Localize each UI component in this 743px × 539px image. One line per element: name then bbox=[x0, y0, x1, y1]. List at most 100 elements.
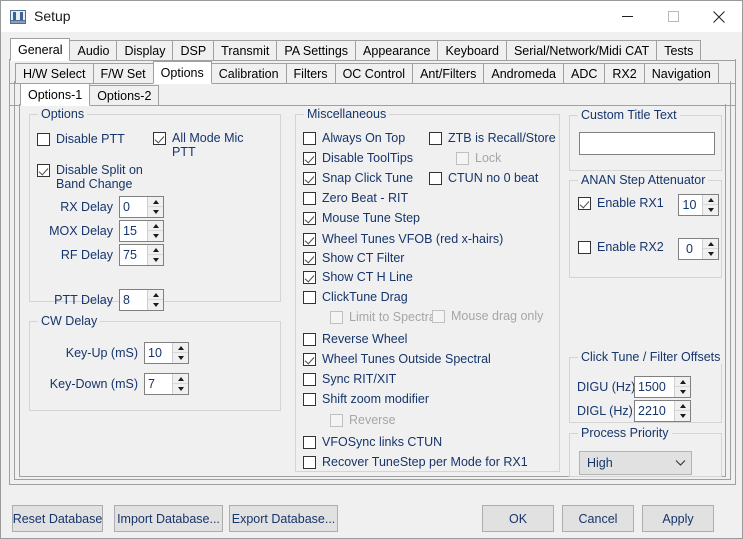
spinner-down-icon[interactable] bbox=[148, 300, 163, 310]
spinner-down-icon[interactable] bbox=[173, 384, 188, 394]
checkbox-reverse-wheel[interactable]: Reverse Wheel bbox=[303, 332, 407, 347]
cancel-button[interactable]: Cancel bbox=[562, 505, 634, 532]
tab-general[interactable]: General bbox=[10, 38, 71, 61]
spinner-buttons[interactable] bbox=[147, 221, 163, 241]
checkbox-recover-tunestep-per-mode-for-rx1[interactable]: Recover TuneStep per Mode for RX1 bbox=[303, 455, 528, 470]
checkbox-disable-ptt[interactable]: Disable PTT bbox=[37, 132, 125, 147]
checkbox-wheel-tunes-outside-spectral[interactable]: Wheel Tunes Outside Spectral bbox=[303, 352, 491, 367]
spinner-delay-1[interactable]: 15 bbox=[119, 220, 164, 242]
tab-calibration[interactable]: Calibration bbox=[210, 63, 287, 84]
spinner-buttons[interactable] bbox=[147, 197, 163, 217]
custom-title-text-input[interactable] bbox=[579, 132, 715, 155]
checkbox-show-ct-h-line[interactable]: Show CT H Line bbox=[303, 270, 413, 285]
checkbox-shift-zoom-modifier[interactable]: Shift zoom modifier bbox=[303, 392, 429, 407]
checkbox-clicktune-drag[interactable]: ClickTune Drag bbox=[303, 290, 408, 305]
spinner-cw-delay-1[interactable]: 7 bbox=[144, 373, 189, 395]
checkbox-show-ct-filter[interactable]: Show CT Filter bbox=[303, 251, 404, 266]
spinner-delay-2[interactable]: 75 bbox=[119, 244, 164, 266]
tab-display[interactable]: Display bbox=[116, 40, 174, 61]
tab-navigation[interactable]: Navigation bbox=[643, 63, 719, 84]
spinner-buttons[interactable] bbox=[172, 343, 188, 363]
spinner-buttons[interactable] bbox=[674, 401, 690, 421]
spinner-down-icon[interactable] bbox=[173, 353, 188, 363]
spinner-buttons[interactable] bbox=[674, 377, 690, 397]
checkbox-mouse-drag-only[interactable]: Mouse drag only bbox=[432, 309, 543, 324]
spinner-digu-hz[interactable]: 1500 bbox=[634, 376, 691, 398]
maximize-icon[interactable] bbox=[650, 1, 696, 32]
spinner-up-icon[interactable] bbox=[148, 290, 163, 300]
tab-ant-filters[interactable]: Ant/Filters bbox=[412, 63, 485, 84]
checkbox-all-mode-mic-ptt[interactable]: All Mode Mic PTT bbox=[153, 131, 244, 159]
spinner-delay-0[interactable]: 0 bbox=[119, 196, 164, 218]
spinner-buttons[interactable] bbox=[702, 239, 718, 259]
spinner-down-icon[interactable] bbox=[703, 205, 718, 215]
checkbox-zero-beat-rit[interactable]: Zero Beat - RIT bbox=[303, 191, 408, 206]
tab-rx2[interactable]: RX2 bbox=[604, 63, 645, 84]
spinner-buttons[interactable] bbox=[147, 290, 163, 310]
checkbox-disable-split-on-band-change[interactable]: Disable Split on Band Change bbox=[37, 163, 143, 191]
spinner-down-icon[interactable] bbox=[148, 255, 163, 265]
checkbox-lock[interactable]: Lock bbox=[456, 151, 501, 166]
checkbox-snap-click-tune[interactable]: Snap Click Tune bbox=[303, 171, 413, 186]
spinner-buttons[interactable] bbox=[702, 195, 718, 215]
spinner-delay-3[interactable]: 8 bbox=[119, 289, 164, 311]
tab-tests[interactable]: Tests bbox=[656, 40, 702, 61]
tab-options[interactable]: Options bbox=[152, 61, 212, 84]
import-database-button[interactable]: Import Database... bbox=[114, 505, 223, 532]
spinner-up-icon[interactable] bbox=[675, 377, 690, 387]
checkbox-enable-rx1[interactable]: Enable RX1 bbox=[578, 196, 664, 211]
spinner-down-icon[interactable] bbox=[148, 207, 163, 217]
checkbox-limit-to-spectral[interactable]: Limit to Spectral bbox=[330, 310, 439, 325]
spinner-down-icon[interactable] bbox=[703, 249, 718, 259]
export-database-button[interactable]: Export Database... bbox=[229, 505, 338, 532]
checkbox-enable-rx2[interactable]: Enable RX2 bbox=[578, 240, 664, 255]
tab-dsp[interactable]: DSP bbox=[172, 40, 215, 61]
checkbox-ztb-is-recall-store[interactable]: ZTB is Recall/Store bbox=[429, 131, 556, 146]
tab-options-2[interactable]: Options-2 bbox=[89, 85, 160, 106]
checkbox-sync-rit-xit[interactable]: Sync RIT/XIT bbox=[303, 372, 396, 387]
tab-filters[interactable]: Filters bbox=[285, 63, 336, 84]
tab-h-w-select[interactable]: H/W Select bbox=[15, 63, 94, 84]
close-icon[interactable] bbox=[696, 1, 742, 32]
spinner-down-icon[interactable] bbox=[675, 387, 690, 397]
tab-serial-network-midi-cat[interactable]: Serial/Network/Midi CAT bbox=[505, 40, 658, 61]
checkbox-wheel-tunes-vfob-red-x-hairs[interactable]: Wheel Tunes VFOB (red x-hairs) bbox=[303, 232, 503, 247]
checkbox-reverse[interactable]: Reverse bbox=[330, 413, 396, 428]
spinner-up-icon[interactable] bbox=[703, 239, 718, 249]
spinner-up-icon[interactable] bbox=[173, 343, 188, 353]
spinner-down-icon[interactable] bbox=[675, 411, 690, 421]
spinner-buttons[interactable] bbox=[172, 374, 188, 394]
tab-transmit[interactable]: Transmit bbox=[213, 40, 278, 61]
tab-options-1[interactable]: Options-1 bbox=[20, 83, 91, 106]
tab-andromeda[interactable]: Andromeda bbox=[483, 63, 564, 84]
spinner-buttons[interactable] bbox=[147, 245, 163, 265]
apply-button[interactable]: Apply bbox=[642, 505, 714, 532]
spinner-cw-delay-0[interactable]: 10 bbox=[144, 342, 189, 364]
process-priority-select[interactable]: High bbox=[579, 451, 692, 475]
tab-audio[interactable]: Audio bbox=[69, 40, 118, 61]
tab-f-w-set[interactable]: F/W Set bbox=[92, 63, 154, 84]
checkbox-mouse-tune-step[interactable]: Mouse Tune Step bbox=[303, 211, 420, 226]
tab-appearance[interactable]: Appearance bbox=[355, 40, 439, 61]
tab-adc[interactable]: ADC bbox=[562, 63, 606, 84]
checkbox-vfosync-links-ctun[interactable]: VFOSync links CTUN bbox=[303, 435, 442, 450]
tab-keyboard[interactable]: Keyboard bbox=[437, 40, 507, 61]
checkbox-ctun-no-0-beat[interactable]: CTUN no 0 beat bbox=[429, 171, 538, 186]
reset-database-button[interactable]: Reset Database bbox=[12, 505, 103, 532]
ok-button[interactable]: OK bbox=[482, 505, 554, 532]
spinner-up-icon[interactable] bbox=[675, 401, 690, 411]
spinner-rx1-attenuation[interactable]: 10 bbox=[678, 194, 719, 216]
spinner-up-icon[interactable] bbox=[148, 197, 163, 207]
spinner-up-icon[interactable] bbox=[148, 245, 163, 255]
spinner-rx2-attenuation[interactable]: 0 bbox=[678, 238, 719, 260]
minimize-icon[interactable] bbox=[604, 1, 650, 32]
spinner-up-icon[interactable] bbox=[148, 221, 163, 231]
spinner-up-icon[interactable] bbox=[173, 374, 188, 384]
spinner-digl-hz[interactable]: 2210 bbox=[634, 400, 691, 422]
tab-pa-settings[interactable]: PA Settings bbox=[276, 40, 357, 61]
spinner-down-icon[interactable] bbox=[148, 231, 163, 241]
checkbox-disable-tooltips[interactable]: Disable ToolTips bbox=[303, 151, 413, 166]
checkbox-always-on-top[interactable]: Always On Top bbox=[303, 131, 405, 146]
tab-oc-control[interactable]: OC Control bbox=[334, 63, 414, 84]
spinner-up-icon[interactable] bbox=[703, 195, 718, 205]
